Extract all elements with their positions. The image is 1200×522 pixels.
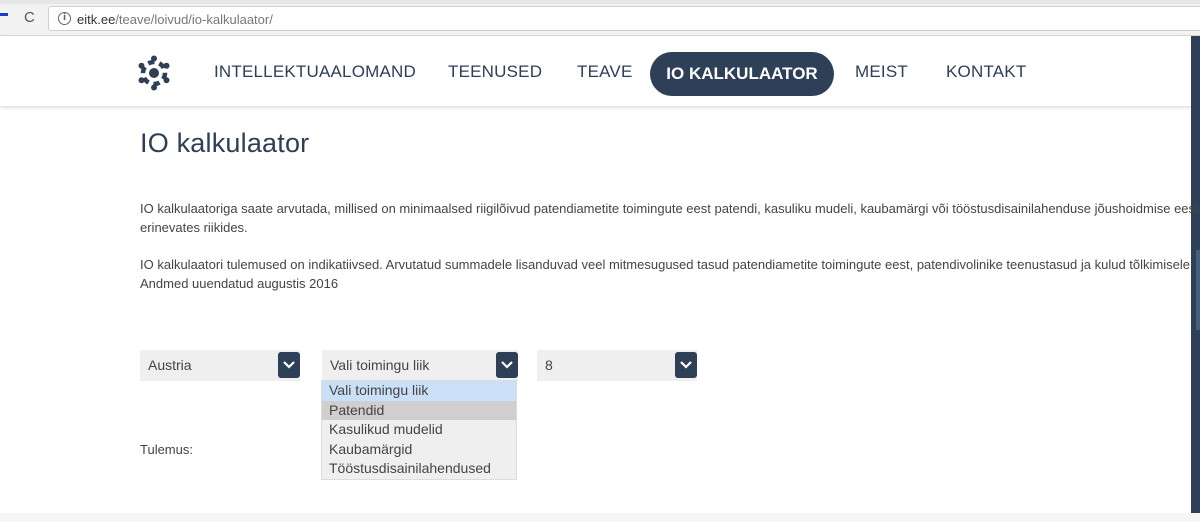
result-label: Tulemus: [140, 442, 193, 457]
url-text[interactable]: eitk.ee/teave/loivud/io-kalkulaator/ [77, 12, 273, 27]
country-value: Austria [148, 357, 192, 373]
disclaimer-line-1: IO kalkulaatori tulemused on indikatiivs… [140, 257, 1194, 272]
nav-teenused[interactable]: TEENUSED [448, 60, 542, 84]
intro-paragraph: IO kalkulaatoriga saate arvutada, millis… [140, 199, 1200, 237]
disclaimer-paragraph: IO kalkulaatori tulemused on indikatiivs… [140, 255, 1200, 293]
nav-meist[interactable]: MEIST [855, 60, 908, 84]
logo-icon[interactable] [136, 55, 172, 91]
action-type-value: Vali toimingu liik [330, 357, 430, 373]
nav-teave[interactable]: TEAVE [577, 60, 632, 84]
footer-band [0, 513, 1200, 522]
chevron-down-icon[interactable] [278, 352, 300, 378]
page: C i eitk.ee/teave/loivud/io-kalkulaator/… [0, 0, 1200, 522]
tab-indicator [0, 13, 8, 16]
intro-line-1: IO kalkulaatoriga saate arvutada, millis… [140, 201, 1199, 216]
url-host: eitk.ee [77, 12, 116, 27]
updated-note: Andmed uuendatud augustis 2016 [140, 276, 339, 291]
address-bar[interactable]: i eitk.ee/teave/loivud/io-kalkulaator/ [48, 6, 1200, 31]
option-patendid[interactable]: Patendid [322, 400, 516, 421]
browser-toolbar: C i eitk.ee/teave/loivud/io-kalkulaator/ [0, 0, 1200, 36]
chevron-down-icon[interactable] [496, 352, 518, 378]
nav-kontakt[interactable]: KONTAKT [946, 60, 1026, 84]
option-toostusdisainilahendused[interactable]: Tööstusdisainilahendused [322, 459, 516, 479]
option-kasulikud-mudelid[interactable]: Kasulikud mudelid [322, 420, 516, 440]
option-vali-toimingu-liik[interactable]: Vali toimingu liik [322, 381, 516, 401]
nav-io-kalkulaator[interactable]: IO KALKULAATOR [650, 52, 834, 96]
year-value: 8 [545, 357, 553, 373]
reload-icon[interactable]: C [24, 10, 35, 26]
year-select[interactable]: 8 [537, 350, 697, 381]
option-kaubamargid[interactable]: Kaubamärgid [322, 440, 516, 460]
intro-line-2: erinevates riikides. [140, 220, 248, 235]
nav-intellektuaalomand[interactable]: INTELLEKTUAALOMAND [214, 60, 416, 84]
country-select[interactable]: Austria [140, 350, 300, 381]
url-path: /teave/loivud/io-kalkulaator/ [115, 12, 273, 27]
chevron-down-icon[interactable] [675, 352, 697, 378]
site-navigation: INTELLEKTUAALOMAND TEENUSED TEAVE IO KAL… [0, 36, 1200, 106]
action-type-select[interactable]: Vali toimingu liik [322, 350, 518, 381]
action-type-dropdown-list: Vali toimingu liik Patendid Kasulikud mu… [321, 380, 517, 480]
tab-strip [0, 0, 1200, 4]
page-title: IO kalkulaator [140, 128, 310, 158]
info-icon[interactable]: i [58, 12, 71, 25]
